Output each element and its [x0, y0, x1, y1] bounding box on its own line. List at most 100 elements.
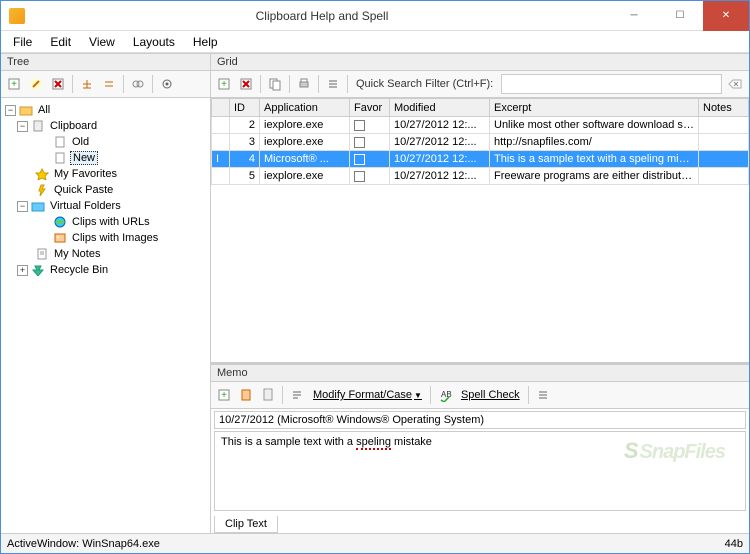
status-right: 44b: [725, 538, 743, 550]
tree-collapse-icon[interactable]: [99, 74, 119, 94]
expander-icon[interactable]: +: [17, 265, 28, 276]
memo-paste-icon[interactable]: [258, 385, 278, 405]
menu-help[interactable]: Help: [185, 33, 226, 51]
maximize-button[interactable]: ☐: [657, 1, 703, 31]
tree-expand-icon[interactable]: [77, 74, 97, 94]
menu-layouts[interactable]: Layouts: [125, 33, 183, 51]
table-row[interactable]: I4Microsoft® ...10/27/2012 12:...This is…: [212, 151, 749, 168]
note-icon: [35, 247, 49, 261]
memo-text: This is a sample text with a: [221, 436, 356, 448]
col-modified[interactable]: Modified: [390, 99, 490, 117]
globe-icon: [53, 215, 67, 229]
menubar: File Edit View Layouts Help: [1, 31, 749, 53]
svg-text:+: +: [221, 390, 227, 401]
spellcheck-button[interactable]: Spell Check: [457, 389, 524, 401]
favorites-icon: [35, 167, 49, 181]
lightning-icon: [35, 183, 49, 197]
grid-copy-icon[interactable]: [265, 74, 285, 94]
tree-node-favorites[interactable]: My Favorites: [3, 166, 208, 182]
tree-body[interactable]: −All −Clipboard Old New My Favorites Qui…: [1, 98, 210, 533]
spellcheck-icon[interactable]: ABC: [435, 385, 455, 405]
menu-view[interactable]: View: [81, 33, 123, 51]
tree-toolbar: +: [1, 71, 210, 98]
grid-print-icon[interactable]: [294, 74, 314, 94]
separator: [318, 75, 319, 93]
watermark: SSnapFiles: [624, 438, 725, 464]
memo-options-icon[interactable]: [533, 385, 553, 405]
tree-new-icon[interactable]: +: [4, 74, 24, 94]
tree-node-old[interactable]: Old: [3, 134, 208, 150]
tree-pane: Tree + −All −Clipboard Old New My Favori…: [1, 53, 211, 533]
tree-node-all[interactable]: −All: [3, 102, 208, 118]
table-row[interactable]: 3iexplore.exe10/27/2012 12:...http://sna…: [212, 134, 749, 151]
tree-node-notes[interactable]: My Notes: [3, 246, 208, 262]
right-pane: Grid + Quick Search Filter (Ctrl+F): ID: [211, 53, 749, 533]
main-area: Tree + −All −Clipboard Old New My Favori…: [1, 53, 749, 533]
minimize-button[interactable]: ─: [611, 1, 657, 31]
separator: [430, 386, 431, 404]
app-icon: [9, 8, 25, 24]
tree-node-clips-urls[interactable]: Clips with URLs: [3, 214, 208, 230]
expander-icon[interactable]: −: [17, 121, 28, 132]
spelling-error: speling: [356, 436, 391, 450]
tree-node-clipboard[interactable]: −Clipboard: [3, 118, 208, 134]
checkbox-icon[interactable]: [354, 171, 365, 182]
close-button[interactable]: ✕: [703, 1, 749, 31]
svg-text:ABC: ABC: [441, 390, 452, 399]
checkbox-icon[interactable]: [354, 137, 365, 148]
svg-text:+: +: [221, 79, 227, 90]
checkbox-icon[interactable]: [354, 120, 365, 131]
col-marker[interactable]: [212, 99, 230, 117]
separator: [72, 75, 73, 93]
memo-copy-icon[interactable]: [236, 385, 256, 405]
tree-node-recycle[interactable]: +Recycle Bin: [3, 262, 208, 278]
grid-options-icon[interactable]: [323, 74, 343, 94]
search-input[interactable]: [501, 74, 722, 94]
tree-node-clips-images[interactable]: Clips with Images: [3, 230, 208, 246]
expander-icon[interactable]: −: [5, 105, 16, 116]
tree-settings-icon[interactable]: [157, 74, 177, 94]
memo-format-icon[interactable]: [287, 385, 307, 405]
tree-delete-icon[interactable]: [48, 74, 68, 94]
tree-node-virtual[interactable]: −Virtual Folders: [3, 198, 208, 214]
col-notes[interactable]: Notes: [699, 99, 749, 117]
col-app[interactable]: Application: [260, 99, 350, 117]
tree-edit-icon[interactable]: [26, 74, 46, 94]
separator: [282, 386, 283, 404]
tree-node-quickpaste[interactable]: Quick Paste: [3, 182, 208, 198]
grid-new-icon[interactable]: +: [214, 74, 234, 94]
memo-toolbar: + Modify Format/Case▼ ABC Spell Check: [211, 382, 749, 409]
memo-title-field[interactable]: 10/27/2012 (Microsoft® Windows® Operatin…: [214, 411, 746, 429]
page-icon: [53, 151, 67, 165]
folder-icon: [19, 103, 33, 117]
grid-delete-icon[interactable]: [236, 74, 256, 94]
memo-new-icon[interactable]: +: [214, 385, 234, 405]
tree-header: Tree: [1, 53, 210, 71]
tree-node-new[interactable]: New: [3, 150, 208, 166]
checkbox-icon[interactable]: [354, 154, 365, 165]
expander-icon[interactable]: −: [17, 201, 28, 212]
virtual-folder-icon: [31, 199, 45, 213]
grid-toolbar: + Quick Search Filter (Ctrl+F):: [211, 71, 749, 98]
tree-link-icon[interactable]: [128, 74, 148, 94]
search-label: Quick Search Filter (Ctrl+F):: [356, 78, 493, 90]
page-icon: [53, 135, 67, 149]
tab-strip: Clip Text: [211, 513, 749, 533]
grid-header-row: ID Application Favor Modified Excerpt No…: [212, 99, 749, 117]
clear-search-icon[interactable]: [724, 74, 746, 94]
memo-text: mistake: [391, 436, 432, 448]
clipboard-icon: [31, 119, 45, 133]
grid-body[interactable]: ID Application Favor Modified Excerpt No…: [211, 98, 749, 363]
modify-format-button[interactable]: Modify Format/Case▼: [309, 389, 426, 401]
memo-body[interactable]: This is a sample text with a speling mis…: [214, 431, 746, 511]
table-row[interactable]: 5iexplore.exe10/27/2012 12:...Freeware p…: [212, 168, 749, 185]
col-id[interactable]: ID: [230, 99, 260, 117]
col-excerpt[interactable]: Excerpt: [490, 99, 699, 117]
tab-clip-text[interactable]: Clip Text: [214, 516, 278, 533]
separator: [528, 386, 529, 404]
col-favor[interactable]: Favor: [350, 99, 390, 117]
table-row[interactable]: 2iexplore.exe10/27/2012 12:...Unlike mos…: [212, 117, 749, 134]
menu-file[interactable]: File: [5, 33, 40, 51]
menu-edit[interactable]: Edit: [42, 33, 79, 51]
separator: [347, 75, 348, 93]
